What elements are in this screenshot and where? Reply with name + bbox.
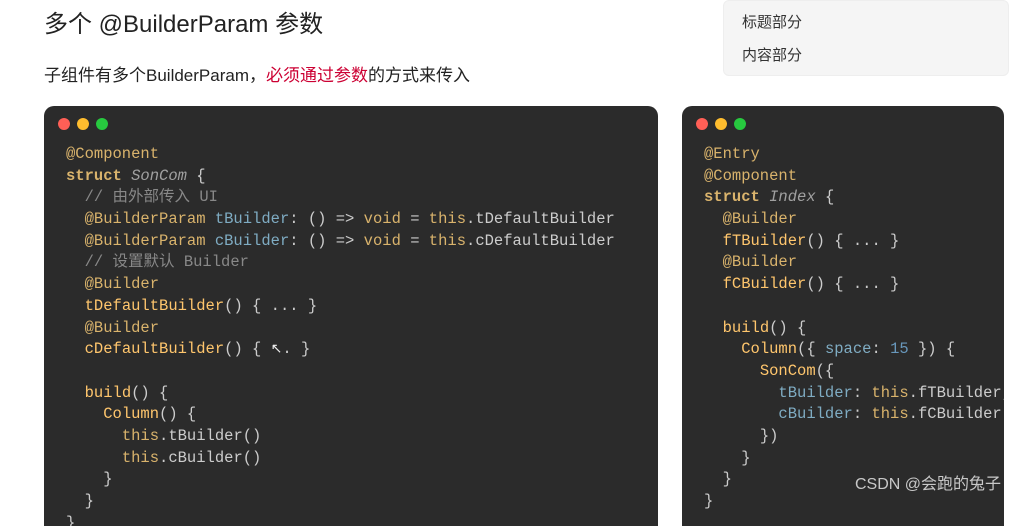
code-token: = xyxy=(401,210,429,228)
code-token: () { ... } xyxy=(806,232,899,250)
preview-line-2: 内容部分 xyxy=(724,38,1008,71)
close-icon[interactable] xyxy=(58,118,70,130)
maximize-icon[interactable] xyxy=(96,118,108,130)
code-token: () { ... } xyxy=(806,275,899,293)
code-token: : () => xyxy=(289,232,363,250)
code-comment: // 由外部传入 UI xyxy=(85,188,218,206)
code-token: tBuilder xyxy=(778,384,852,402)
code-token: this xyxy=(871,384,908,402)
code-token: = xyxy=(401,232,429,250)
code-line: @Entry xyxy=(704,145,760,163)
code-token: this xyxy=(871,405,908,423)
code-token: } xyxy=(704,492,713,510)
code-token: .tDefaultBuilder xyxy=(466,210,615,228)
code-token: : xyxy=(853,405,872,423)
code-token: Index xyxy=(760,188,825,206)
code-token: : xyxy=(853,384,872,402)
code-token: cDefaultBuilder xyxy=(85,340,225,358)
code-token: fTBuilder xyxy=(723,232,807,250)
code-token: ({ xyxy=(816,362,835,380)
code-line: @Builder xyxy=(85,275,159,293)
minimize-icon[interactable] xyxy=(77,118,89,130)
code-token: struct xyxy=(66,167,122,185)
code-token: .cDefaultBuilder xyxy=(466,232,615,250)
code-token: () { xyxy=(224,340,271,358)
maximize-icon[interactable] xyxy=(734,118,746,130)
subtitle-text-before: 子组件有多个BuilderParam， xyxy=(44,66,266,85)
code-line: @Builder xyxy=(85,319,159,337)
code-token: } xyxy=(103,470,112,488)
code-block-soncom: @Component struct SonCom { // 由外部传入 UI @… xyxy=(44,130,658,526)
code-token: cBuilder xyxy=(778,405,852,423)
code-token: .cBuilder() xyxy=(159,449,261,467)
code-token: 15 xyxy=(890,340,909,358)
code-token: tBuilder xyxy=(206,210,290,228)
code-token: } xyxy=(85,492,94,510)
code-token: } xyxy=(66,514,75,526)
code-token: this xyxy=(429,210,466,228)
code-token: build xyxy=(85,384,132,402)
subtitle-text-after: 的方式来传入 xyxy=(368,66,470,85)
code-line: @Component xyxy=(704,167,797,185)
code-token: this xyxy=(122,427,159,445)
code-token: : () => xyxy=(289,210,363,228)
minimize-icon[interactable] xyxy=(715,118,727,130)
code-token: () { xyxy=(131,384,168,402)
code-token: void xyxy=(364,210,401,228)
code-line: @Builder xyxy=(723,210,797,228)
code-token: .fCBuilder xyxy=(909,405,1002,423)
code-token: space xyxy=(825,340,872,358)
code-token: void xyxy=(364,232,401,250)
preview-line-1: 标题部分 xyxy=(724,5,1008,38)
code-token: { xyxy=(825,188,834,206)
code-token: : xyxy=(871,340,890,358)
cursor-icon: ↖ xyxy=(271,341,283,361)
code-window-parent: @Entry @Component struct Index { @Builde… xyxy=(682,106,1004,526)
code-comment: // 设置默认 Builder xyxy=(85,253,249,271)
code-window-child: @Component struct SonCom { // 由外部传入 UI @… xyxy=(44,106,658,526)
code-token: SonCom xyxy=(122,167,196,185)
code-token: } xyxy=(723,470,732,488)
code-token: .tBuilder() xyxy=(159,427,261,445)
code-token: SonCom xyxy=(760,362,816,380)
code-token: () { xyxy=(769,319,806,337)
preview-card: 标题部分 内容部分 xyxy=(723,0,1009,76)
code-block-index: @Entry @Component struct Index { @Builde… xyxy=(682,130,1004,526)
code-token: build xyxy=(723,319,770,337)
code-token: } xyxy=(741,449,750,467)
code-token: this xyxy=(122,449,159,467)
code-line: @Component xyxy=(66,145,159,163)
code-token: }) { xyxy=(909,340,956,358)
code-token: @BuilderParam xyxy=(85,232,206,250)
code-token: struct xyxy=(704,188,760,206)
code-token: cBuilder xyxy=(206,232,290,250)
code-token: this xyxy=(429,232,466,250)
code-token: Column xyxy=(103,405,159,423)
code-token: { xyxy=(196,167,205,185)
subtitle-text-highlight: 必须通过参数 xyxy=(266,66,368,85)
code-token: . } xyxy=(282,340,310,358)
code-token: () { xyxy=(159,405,196,423)
code-token: }) xyxy=(760,427,779,445)
code-token: tDefaultBuilder xyxy=(85,297,225,315)
close-icon[interactable] xyxy=(696,118,708,130)
code-token: @BuilderParam xyxy=(85,210,206,228)
code-token: () { ... } xyxy=(224,297,317,315)
code-panels: @Component struct SonCom { // 由外部传入 UI @… xyxy=(0,86,1019,526)
code-token: Column xyxy=(741,340,797,358)
code-token: ({ xyxy=(797,340,825,358)
window-traffic-lights xyxy=(682,106,1004,130)
code-token: fCBuilder xyxy=(723,275,807,293)
code-line: @Builder xyxy=(723,253,797,271)
code-token: .fTBuilder, xyxy=(909,384,1004,402)
window-traffic-lights xyxy=(44,106,658,130)
